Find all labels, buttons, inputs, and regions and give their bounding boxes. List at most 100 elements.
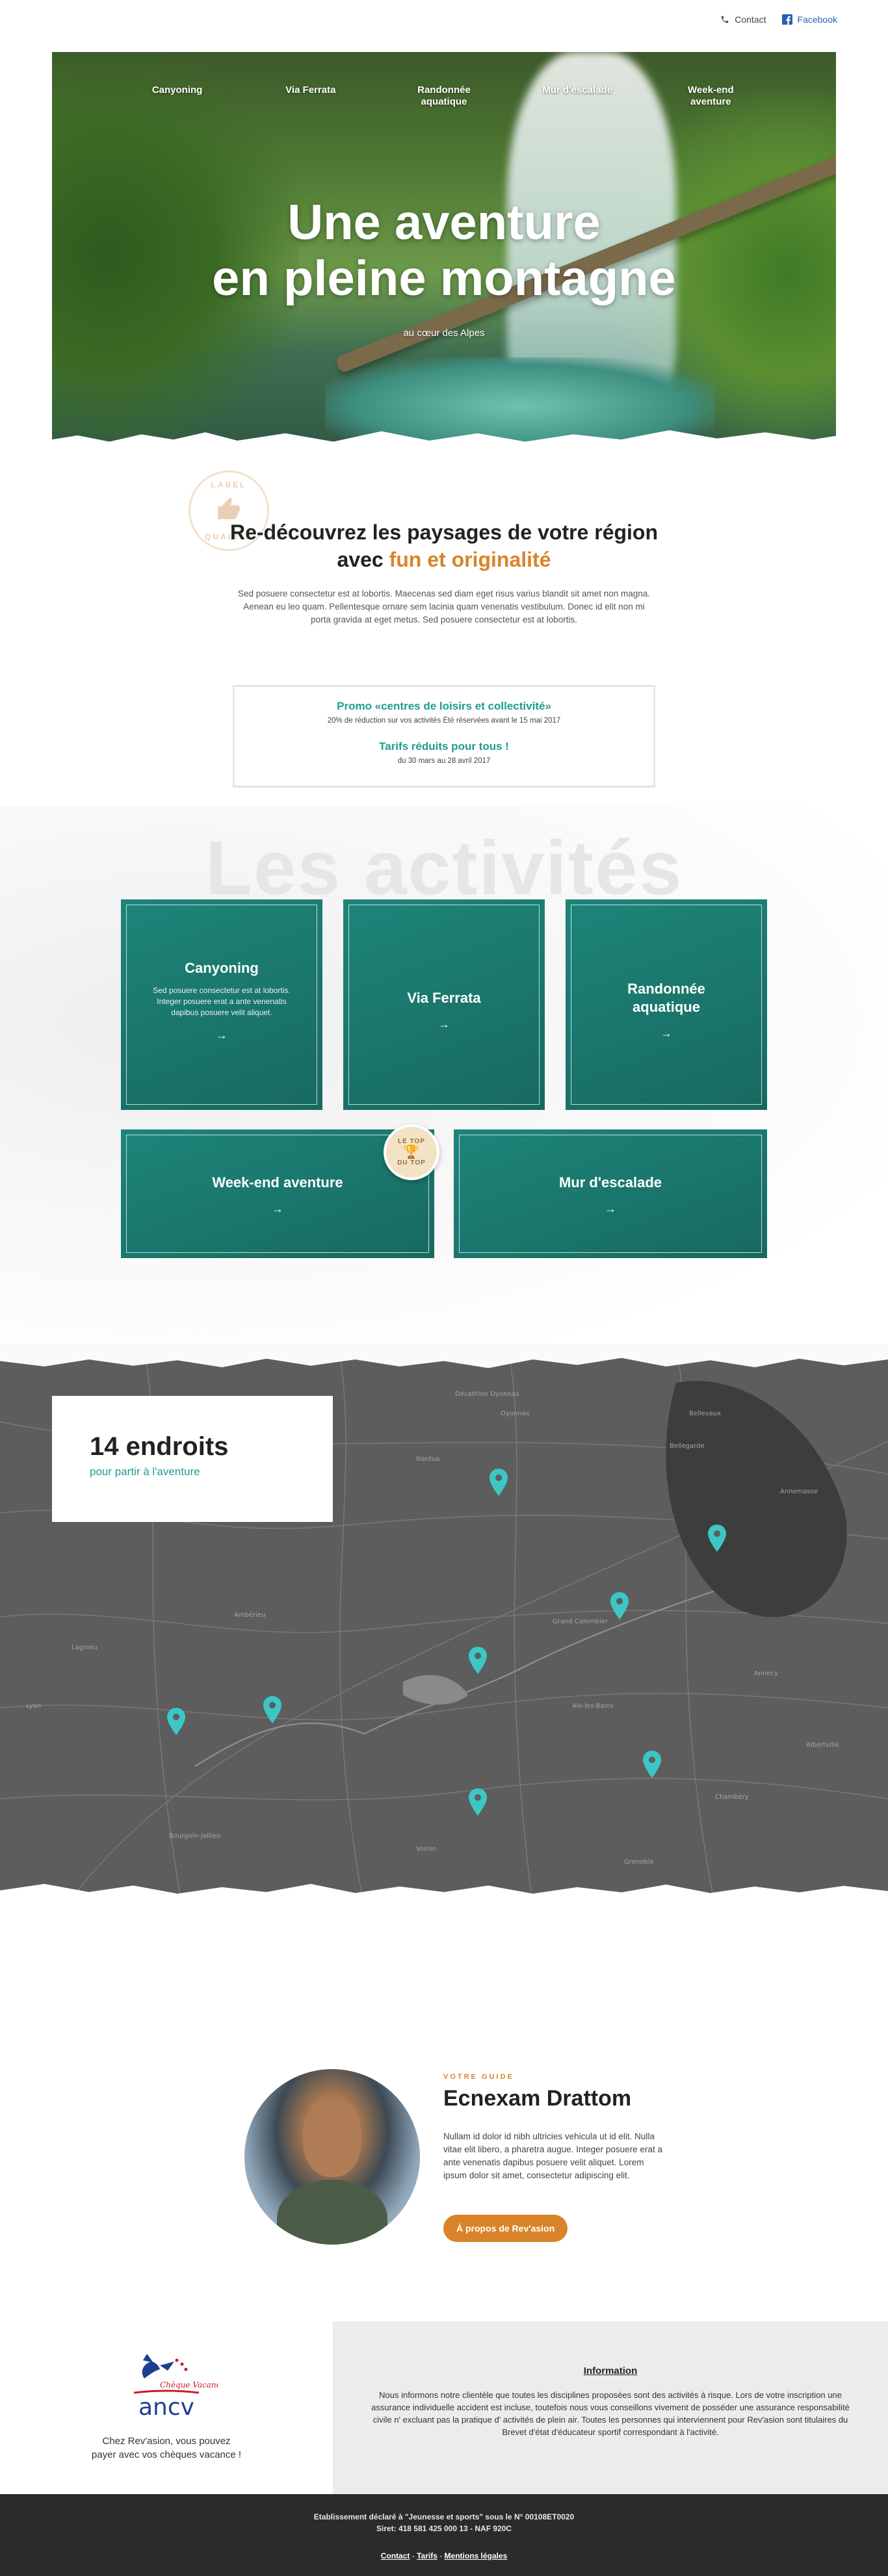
top-badge-line1: LE TOP <box>398 1138 425 1145</box>
card-content: Canyoning Sed posuere consectetur est at… <box>121 959 322 1042</box>
footer-link-mentions-legales[interactable]: Mentions légales <box>445 2551 508 2560</box>
promo-sub-2: du 30 mars au 28 avril 2017 <box>397 757 491 765</box>
footer-legal-line2: Siret: 418 581 425 000 13 - NAF 920C <box>376 2524 512 2533</box>
activity-card-randonnee-aquatique[interactable]: Randonnée aquatique → <box>566 899 767 1110</box>
map-place-label: Oyonnax <box>501 1410 530 1417</box>
map-pin-icon[interactable] <box>642 1751 662 1778</box>
information-title: Information <box>583 2365 638 2376</box>
ancv-logo-label: Chèque Vacances <box>160 2380 218 2389</box>
card-content: Mur d'escalade → <box>454 1174 767 1216</box>
card-content: Week-end aventure → <box>121 1174 434 1216</box>
footer-link-separator: - <box>437 2551 445 2560</box>
card-content: Randonnée aquatique → <box>566 980 767 1040</box>
hero-title-line2: en pleine montagne <box>212 251 676 306</box>
locations-count-subtitle: pour partir à l'aventure <box>90 1465 200 1478</box>
intro-text: Sed posuere consectetur est at lobortis.… <box>237 589 651 625</box>
facebook-link[interactable]: Facebook <box>781 14 837 25</box>
nav-canyoning[interactable]: Canyoning <box>135 84 220 108</box>
card-title: Via Ferrata <box>407 990 481 1006</box>
guide-avatar-head <box>303 2099 361 2177</box>
card-title: Randonnée aquatique <box>627 981 705 1015</box>
map-pin-icon[interactable] <box>166 1708 186 1735</box>
map-pin-icon[interactable] <box>263 1696 282 1723</box>
promo-title-1: Promo «centres de loisirs et collectivit… <box>337 700 551 712</box>
arrow-right-icon: → <box>660 1027 672 1040</box>
activity-card-via-ferrata[interactable]: Via Ferrata → <box>343 899 545 1110</box>
nav-week-end-aventure[interactable]: Week-end aventure <box>668 84 753 108</box>
guide-name: Ecnexam Drattom <box>443 2086 632 2111</box>
promo-title-2: Tarifs réduits pour tous ! <box>379 740 509 753</box>
ancv-logo-text: ancv <box>138 2394 194 2421</box>
contact-label: Contact <box>735 14 766 25</box>
intro-title: Re-découvrez les paysages de votre régio… <box>0 519 888 573</box>
main-nav: Canyoning Via Ferrata Randonnée aquatiqu… <box>52 84 836 108</box>
guide-text: Nullam id dolor id nibh ultricies vehicu… <box>443 2132 662 2180</box>
intro-title-prefix: avec <box>337 548 384 571</box>
map-pin-icon[interactable] <box>468 1647 488 1674</box>
facebook-icon <box>781 14 792 25</box>
ancv-logo[interactable]: Chèque Vacances ancv <box>114 2347 229 2425</box>
top-bar: Contact Facebook <box>720 14 837 25</box>
footer-link-tarifs[interactable]: Tarifs <box>417 2551 437 2560</box>
label-badge-top: LABEL <box>211 480 247 489</box>
arrow-right-icon: → <box>605 1202 616 1215</box>
map-place-label: Grenoble <box>624 1859 654 1866</box>
map-place-label: Décathlon Oyonnax <box>455 1390 519 1398</box>
footer-legal-line1: Etablissement déclaré à "Jeunesse et spo… <box>313 2512 575 2521</box>
hero-subtitle: au cœur des Alpes <box>403 328 485 339</box>
map-place-label: Voiron <box>416 1846 436 1853</box>
hero-title-line1: Une aventure <box>287 195 601 250</box>
footer-link-contact[interactable]: Contact <box>381 2551 410 2560</box>
intro-title-line1: Re-découvrez les paysages de votre régio… <box>229 521 659 544</box>
information-section: Information Nous informons notre clientè… <box>333 2321 888 2494</box>
map-place-label: Aix-les-Bains <box>572 1703 614 1710</box>
map-place-label: Lagnieu <box>72 1644 98 1651</box>
map-place-label: Ambérieu <box>234 1611 265 1619</box>
map-place-label: Grand Colombier <box>553 1618 608 1625</box>
information-text: Nous informons notre clientèle que toute… <box>371 2390 850 2437</box>
guide-avatar-body <box>277 2180 387 2245</box>
about-button[interactable]: À propos de Rev'asion <box>443 2215 568 2242</box>
ancv-text: Chez Rev'asion, vous pouvez payer avec v… <box>0 2434 333 2462</box>
guide-label: VOTRE GUIDE <box>443 2073 514 2081</box>
nav-mur-escalade[interactable]: Mur d'escalade <box>535 84 620 108</box>
phone-icon <box>720 15 729 24</box>
page: Contact Facebook Canyoning Via Ferrata R… <box>0 0 888 2576</box>
map-pin-icon[interactable] <box>707 1525 727 1552</box>
footer: Etablissement déclaré à "Jeunesse et spo… <box>0 2494 888 2576</box>
card-content: Via Ferrata → <box>343 989 545 1031</box>
arrow-right-icon: → <box>438 1018 450 1031</box>
trophy-icon: 🏆 <box>403 1145 420 1159</box>
activity-card-canyoning[interactable]: Canyoning Sed posuere consectetur est at… <box>121 899 322 1110</box>
intro-title-accent: fun et originalité <box>389 548 551 571</box>
map-place-label: Bellevaux <box>689 1410 721 1417</box>
map-pin-icon[interactable] <box>610 1592 629 1619</box>
card-title: Mur d'escalade <box>558 1174 662 1191</box>
locations-map[interactable]: Décathlon Oyonnax Oyonnax Bellegarde Bel… <box>0 1344 888 1907</box>
top-du-top-badge: LE TOP 🏆 DU TOP <box>384 1124 439 1180</box>
top-badge-line2: DU TOP <box>397 1159 426 1166</box>
card-title: Week-end aventure <box>212 1174 343 1191</box>
map-place-label: Chambéry <box>715 1793 749 1801</box>
contact-link[interactable]: Contact <box>720 14 766 25</box>
ancv-section: Chèque Vacances ancv Chez Rev'asion, vou… <box>0 2321 333 2494</box>
ancv-text-line1: Chez Rev'asion, vous pouvez <box>102 2436 231 2447</box>
card-description: Sed posuere consectetur est at lobortis.… <box>153 986 291 1017</box>
locations-count-box: 14 endroits pour partir à l'aventure <box>52 1396 333 1522</box>
promo-sub-1: 20% de réduction sur vos activités Été r… <box>327 717 561 725</box>
map-pin-icon[interactable] <box>489 1469 508 1496</box>
nav-randonnee-aquatique[interactable]: Randonnée aquatique <box>402 84 486 108</box>
map-pin-icon[interactable] <box>468 1788 488 1816</box>
footer-links: Contact - Tarifs - Mentions légales <box>0 2551 888 2560</box>
activity-card-mur-escalade[interactable]: Mur d'escalade → <box>454 1129 767 1258</box>
map-place-label: Annecy <box>754 1670 778 1677</box>
facebook-label: Facebook <box>797 14 837 25</box>
arrow-right-icon: → <box>216 1029 228 1042</box>
arrow-right-icon: → <box>272 1202 283 1215</box>
ancv-text-line2: payer avec vos chèques vacance ! <box>91 2449 242 2460</box>
card-title: Canyoning <box>185 960 259 976</box>
hero-banner: Canyoning Via Ferrata Randonnée aquatiqu… <box>52 52 836 455</box>
locations-count-title: 14 endroits <box>90 1432 229 1461</box>
hero-title: Une aventure en pleine montagne <box>52 195 836 307</box>
nav-via-ferrata[interactable]: Via Ferrata <box>268 84 353 108</box>
